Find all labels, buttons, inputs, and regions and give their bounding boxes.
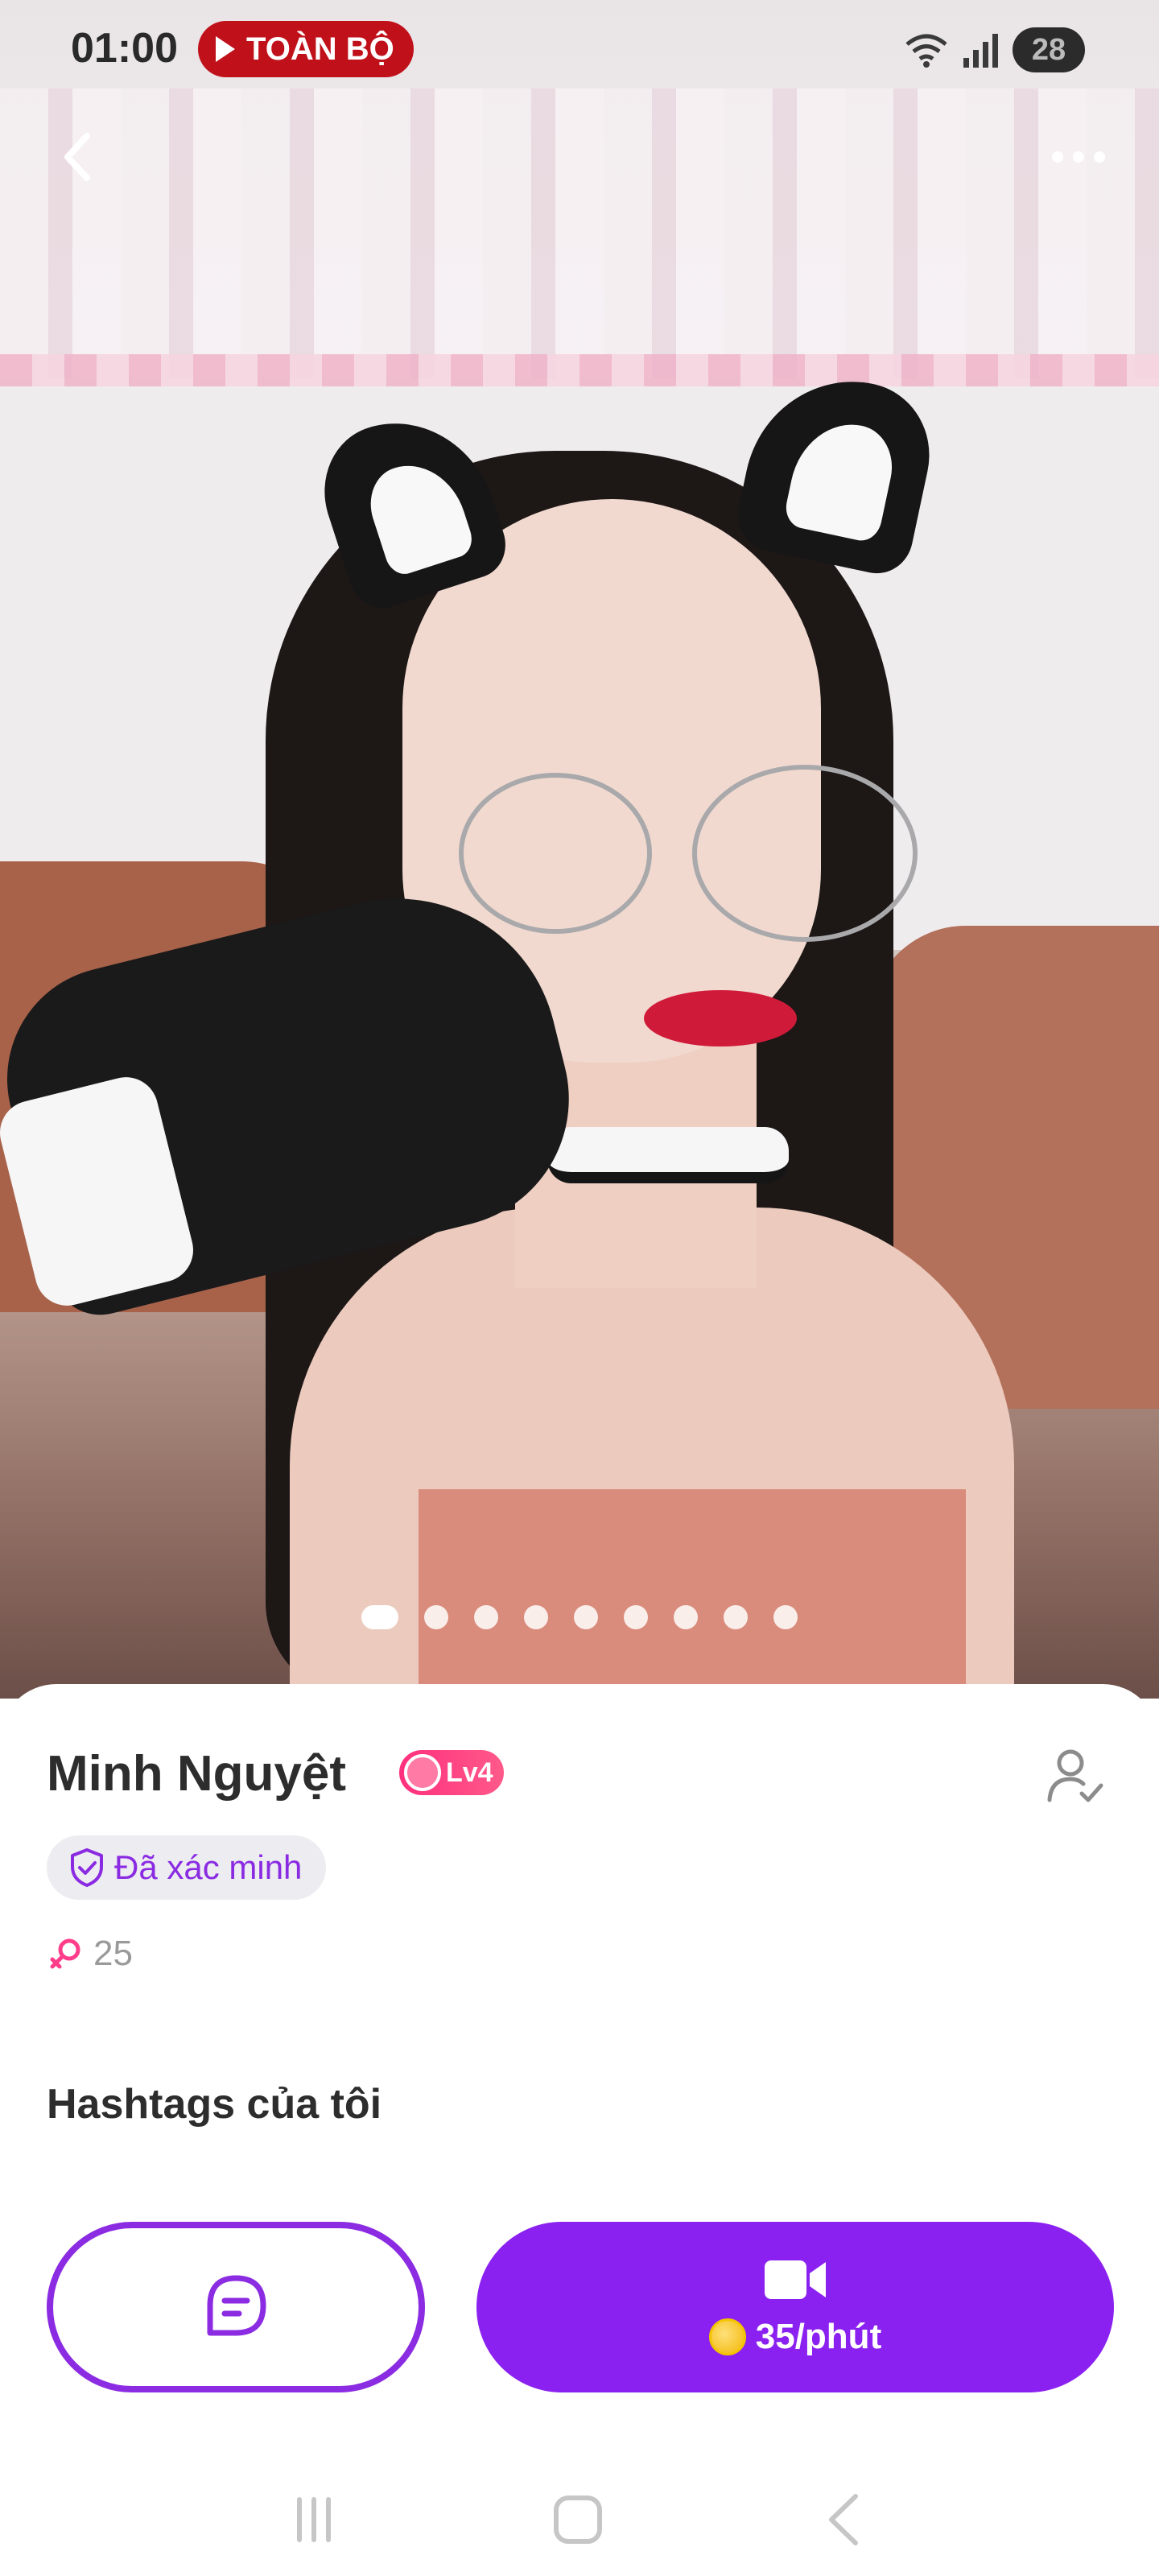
wifi-icon xyxy=(905,34,947,68)
play-icon xyxy=(216,36,235,62)
follow-button[interactable] xyxy=(1043,1744,1107,1808)
user-check-icon xyxy=(1047,1749,1103,1802)
photo-curtain xyxy=(0,89,1159,378)
photo-curtain-trim xyxy=(0,354,1159,386)
profile-name: Minh Nguyệt xyxy=(47,1746,346,1802)
carousel-dot[interactable] xyxy=(674,1605,698,1629)
home-icon[interactable] xyxy=(553,2496,602,2544)
recording-badge-label: TOÀN BỘ xyxy=(246,31,394,67)
verified-label: Đã xác minh xyxy=(114,1848,303,1886)
carousel-dot[interactable] xyxy=(524,1605,548,1629)
message-icon xyxy=(207,2275,266,2336)
age-info: 25 xyxy=(48,1934,133,1974)
battery-icon: 28 xyxy=(1013,27,1085,72)
carousel-dot[interactable] xyxy=(773,1605,798,1629)
call-price: 35/phút xyxy=(708,2317,882,2357)
coin-icon xyxy=(708,2318,746,2355)
video-call-button[interactable]: 35/phút xyxy=(476,2222,1114,2392)
call-price-label: 35/phút xyxy=(755,2317,882,2356)
signal-icon xyxy=(963,32,998,68)
back-button[interactable] xyxy=(45,121,109,193)
carousel-dot[interactable] xyxy=(574,1605,598,1629)
photo-glasses-left xyxy=(459,773,652,934)
photo-carousel-indicator xyxy=(0,1605,1159,1629)
shield-check-icon xyxy=(71,1848,103,1887)
profile-info-card xyxy=(0,1684,1159,2576)
verified-badge: Đã xác minh xyxy=(47,1835,327,1900)
carousel-dot[interactable] xyxy=(474,1605,498,1629)
age-value: 25 xyxy=(93,1934,133,1973)
status-icons: 28 xyxy=(904,27,1085,72)
hashtags-title: Hashtags của tôi xyxy=(47,2081,382,2128)
back-icon[interactable] xyxy=(825,2493,862,2546)
carousel-dot[interactable] xyxy=(424,1605,448,1629)
status-time: 01:00 xyxy=(71,25,178,72)
chat-button[interactable] xyxy=(47,2222,425,2392)
photo-choker xyxy=(547,1127,789,1183)
status-bar: 01:00 TOÀN BỘ 28 xyxy=(0,0,1159,97)
system-navigation-bar xyxy=(0,2463,1159,2576)
chevron-left-icon xyxy=(64,133,90,181)
carousel-dot[interactable] xyxy=(361,1605,398,1629)
photo-glasses-right xyxy=(692,765,918,942)
level-label: Lv4 xyxy=(446,1757,493,1788)
video-camera-icon xyxy=(765,2260,826,2299)
more-horizontal-icon xyxy=(1052,151,1063,163)
profile-screen: 01:00 TOÀN BỘ 28 Minh Nguyệt Lv4 Đã xác … xyxy=(0,0,1159,2576)
female-icon xyxy=(50,1938,80,1969)
screen-recording-badge[interactable]: TOÀN BỘ xyxy=(198,21,414,77)
recents-icon[interactable] xyxy=(296,2497,331,2542)
carousel-dot[interactable] xyxy=(624,1605,648,1629)
more-options-button[interactable] xyxy=(1038,129,1119,185)
photo-top xyxy=(419,1489,966,1699)
level-gem-icon xyxy=(404,1754,441,1791)
photo-lips xyxy=(644,990,797,1046)
carousel-dot[interactable] xyxy=(724,1605,748,1629)
profile-photo[interactable] xyxy=(0,0,1159,1699)
level-badge: Lv4 xyxy=(399,1750,504,1795)
